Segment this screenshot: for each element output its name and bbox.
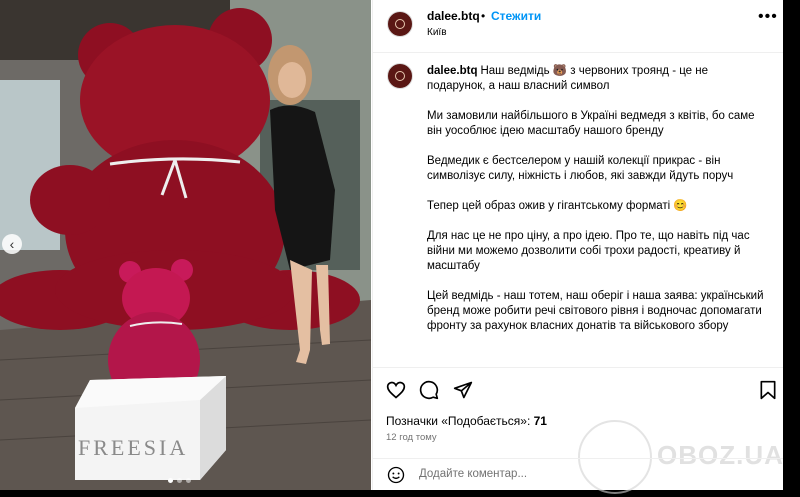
post-details-panel: dalee.btq • Стежити Київ ••• dalee.btq На… bbox=[372, 0, 784, 494]
pedestal-brand-text: FREESIA bbox=[78, 435, 189, 460]
previous-photo-button[interactable]: ‹ bbox=[2, 234, 22, 254]
share-send-icon[interactable] bbox=[453, 380, 473, 400]
caption-paragraph: Ми замовили найбільшого в Україні ведмед… bbox=[427, 110, 755, 137]
post-caption: dalee.btq Наш ведмідь 🐻 з червоних троянд… bbox=[427, 64, 767, 349]
more-options-icon[interactable]: ••• bbox=[758, 8, 778, 26]
post-header: dalee.btq • Стежити Київ ••• bbox=[373, 0, 784, 53]
save-bookmark-icon[interactable] bbox=[759, 380, 777, 400]
carousel-dot bbox=[186, 478, 191, 483]
carousel-dot-active bbox=[168, 478, 173, 483]
post-photo[interactable]: FREESIA ‹ bbox=[0, 0, 371, 490]
post-modal: FREESIA ‹ dalee.btq • Стежити Київ ••• d… bbox=[0, 0, 784, 494]
caption-paragraph: Тепер цей образ ожив у гігантському форм… bbox=[427, 200, 688, 212]
caption-paragraph: Ведмедик є бестселером у нашій колекції … bbox=[427, 155, 734, 182]
page-scrollbar[interactable] bbox=[783, 0, 800, 497]
carousel-dot bbox=[177, 478, 182, 483]
comment-input[interactable]: Додайте коментар... bbox=[419, 468, 527, 480]
like-heart-icon[interactable] bbox=[386, 380, 406, 400]
comment-icon[interactable] bbox=[419, 380, 439, 400]
caption-paragraph: Цей ведмідь - наш тотем, наш оберіг і на… bbox=[427, 290, 764, 332]
carousel-dots bbox=[168, 478, 191, 483]
separator-dot: • bbox=[481, 9, 486, 23]
post-timestamp[interactable]: 12 год тому bbox=[386, 432, 437, 443]
likes-count[interactable]: Позначки «Подобається»: 71 bbox=[386, 414, 547, 428]
brand-logo-icon bbox=[395, 71, 405, 81]
brand-logo-icon bbox=[395, 19, 405, 29]
follow-button[interactable]: Стежити bbox=[491, 9, 541, 23]
caption-paragraph: dalee.btq Наш ведмідь 🐻 з червоних троянд… bbox=[427, 65, 709, 92]
caption-username[interactable]: dalee.btq bbox=[427, 65, 477, 77]
photo-illustration bbox=[0, 0, 371, 490]
location-link[interactable]: Київ bbox=[427, 27, 447, 38]
comment-bar: Додайте коментар... bbox=[373, 458, 784, 491]
caption-paragraph: Для нас це не про ціну, а про ідею. Про … bbox=[427, 230, 750, 272]
caption-avatar[interactable] bbox=[387, 63, 413, 89]
header-username[interactable]: dalee.btq bbox=[427, 9, 480, 23]
emoji-icon[interactable] bbox=[387, 466, 405, 484]
avatar[interactable] bbox=[387, 11, 413, 37]
